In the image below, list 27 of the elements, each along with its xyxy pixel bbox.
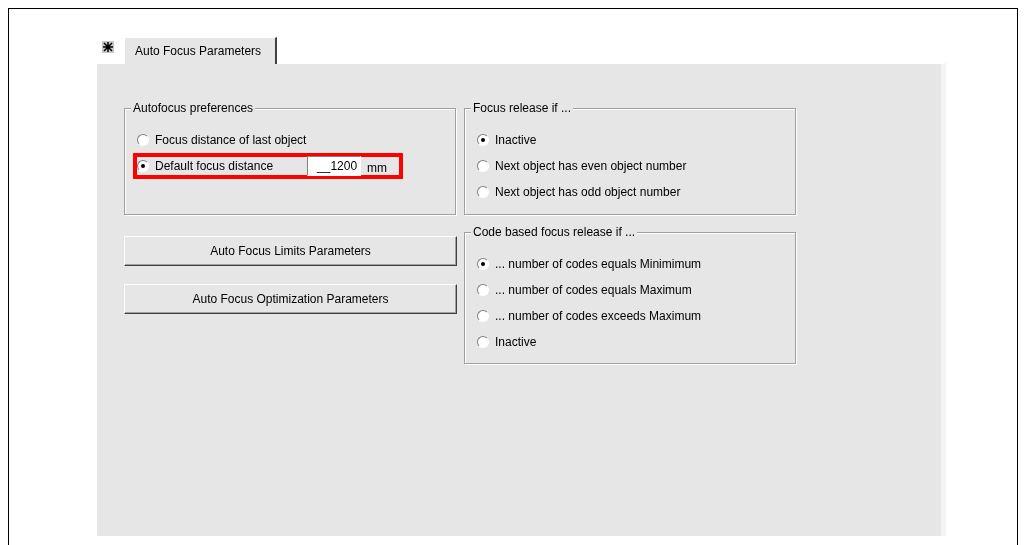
radio-button[interactable]	[477, 134, 489, 146]
group-title: Autofocus preferences	[131, 101, 256, 115]
radio-button[interactable]	[137, 160, 149, 172]
parameters-button[interactable]: Auto Focus Limits Parameters	[124, 236, 457, 266]
radio-button[interactable]	[477, 336, 489, 348]
radio-button[interactable]	[477, 310, 489, 322]
radio-label[interactable]: Inactive	[495, 133, 537, 147]
parameters-button[interactable]: Auto Focus Optimization Parameters	[124, 284, 457, 314]
distance-field[interactable]: __1200	[307, 156, 362, 176]
group-title: Focus release if ...	[471, 101, 574, 115]
tab[interactable]: Auto Focus Parameters	[124, 37, 278, 64]
radio-button[interactable]	[137, 134, 149, 146]
pin-icon[interactable]	[102, 41, 114, 53]
radio-button[interactable]	[477, 160, 489, 172]
radio-button[interactable]	[477, 258, 489, 270]
radio-label[interactable]: ... number of codes equals Minimimum	[495, 257, 702, 271]
radio-button[interactable]	[477, 186, 489, 198]
radio-label[interactable]: Next object has even object number	[495, 159, 687, 173]
radio-label[interactable]: Next object has odd object number	[495, 185, 681, 199]
radio-label[interactable]: ... number of codes exceeds Maximum	[495, 309, 702, 323]
radio-button[interactable]	[477, 284, 489, 296]
group-title: Code based focus release if ...	[471, 225, 638, 239]
radio-label[interactable]: Default focus distance	[155, 159, 274, 173]
radio-label[interactable]: Inactive	[495, 335, 537, 349]
radio-label[interactable]: ... number of codes equals Maximum	[495, 283, 692, 297]
radio-label[interactable]: Focus distance of last object	[155, 133, 307, 147]
unit-label: mm	[367, 161, 388, 175]
